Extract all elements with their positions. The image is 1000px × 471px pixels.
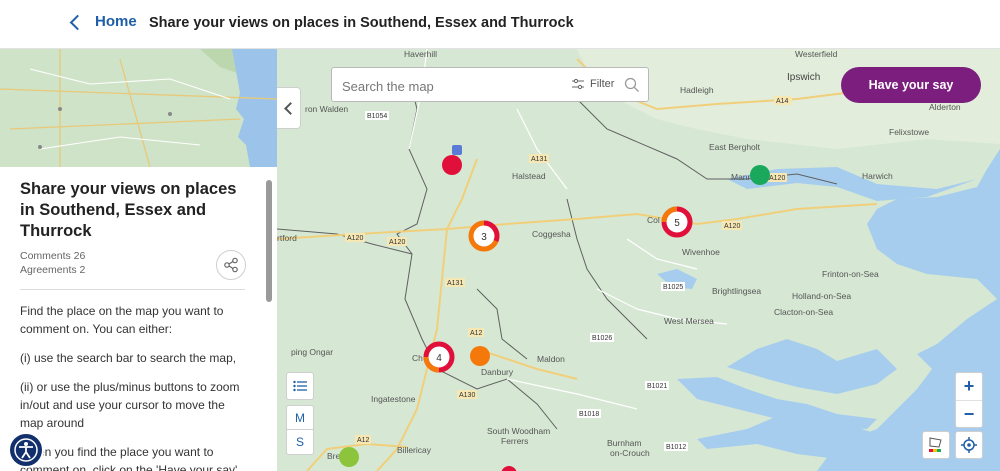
map-label-mersea: West Mersea [664,316,714,326]
sidebar-panel: Share your views on places in Southend, … [0,49,278,471]
map-layer-s-button[interactable]: S [286,430,314,455]
list-view-button[interactable] [286,372,314,400]
legend-button[interactable] [922,431,950,459]
chevron-left-icon [283,101,297,115]
map-label-east-bergholt: East Bergholt [709,142,761,152]
road-a131-2: A131 [447,280,463,287]
road-a120-2: A120 [389,239,405,246]
instruction-paragraph-1: Find the place on the map you want to co… [20,304,224,336]
road-a14: A14 [776,98,789,105]
road-b1021: B1021 [647,383,667,390]
map-label-maldon: Maldon [537,354,565,364]
map-label-wivenhoe: Wivenhoe [682,247,720,257]
road-b1012: B1012 [666,444,686,451]
map-label-ongar: ping Ongar [291,347,333,357]
road-a12: A12 [470,330,483,337]
map-canvas[interactable]: Haverhill Westerfield Ipswich Hadleigh A… [277,49,1000,471]
sidebar-content: Share your views on places in Southend, … [20,179,245,276]
map-label-south-woodham: South Woodham [487,426,550,436]
cluster-count: 4 [436,353,442,364]
map-label-hadleigh: Hadleigh [680,85,714,95]
map-label-col: Col [647,215,660,225]
comments-count: Comments 26 [20,250,86,262]
list-icon [293,380,307,392]
road-a130: A130 [459,392,475,399]
road-b1018: B1018 [579,411,599,418]
cluster-count: 5 [674,218,680,229]
map-label-stortford: rtford [277,233,297,243]
home-label: Home [95,13,137,30]
road-a12-2: A12 [357,437,370,444]
map-label-on-crouch: on-Crouch [610,448,650,458]
road-b1025: B1025 [663,284,683,291]
map-label-alderton: Alderton [929,102,961,112]
map-thumbnail [0,49,277,167]
road-a131: A131 [531,156,547,163]
hospital-icon [452,145,462,155]
chevron-left-icon [69,14,86,30]
map-pin-red[interactable] [442,155,462,175]
filter-label: Filter [590,78,615,90]
map-label-billericay: Billericay [397,445,432,455]
instruction-paragraph-2: (i) use the search bar to search the map… [20,351,237,365]
zoom-in-button[interactable]: + [956,373,982,400]
filter-button[interactable]: Filter [572,78,614,90]
map-label-burnham: Burnham [607,438,642,448]
map-pin-green[interactable] [750,165,770,185]
map-svg: Haverhill Westerfield Ipswich Hadleigh A… [277,49,1000,471]
map-label-ipswich: Ipswich [787,72,820,83]
map-label-danbury: Danbury [481,367,514,377]
accessibility-icon [14,438,38,462]
share-icon [224,257,238,273]
cluster-count: 3 [481,232,487,243]
map-layer-m-button[interactable]: M [286,405,314,430]
road-b1054: B1054 [367,113,387,120]
search-icon[interactable] [624,77,640,93]
map-label-harwich: Harwich [862,171,893,181]
instruction-paragraph-3: (ii) or use the plus/minus buttons to zo… [20,380,240,430]
accessibility-button[interactable] [8,432,44,468]
map-label-clacton: Clacton-on-Sea [774,307,833,317]
road-a120-4: A120 [769,175,785,182]
instruction-paragraph-4: When you find the place you want to comm… [20,445,238,471]
road-b1026: B1026 [592,335,612,342]
flag-legend-icon [929,437,942,452]
map-label-felixstowe: Felixstowe [889,127,929,137]
sidebar-scrollbar[interactable] [266,180,272,302]
map-label-saffron-walden: ron Walden [305,104,348,114]
map-pin-lime[interactable] [339,447,359,467]
map-label-halstead: Halstead [512,171,546,181]
map-label-ingatestone: Ingatestone [371,394,416,404]
have-your-say-button[interactable]: Have your say [841,67,981,103]
map-label-ferrers: Ferrers [501,436,528,446]
page-title: Share your views on places in Southend, … [149,15,574,31]
agreements-count: Agreements 2 [20,264,86,276]
zoom-out-button[interactable]: − [956,400,982,428]
map-label-brightlingsea: Brightlingsea [712,286,761,296]
map-label-westerfield: Westerfield [795,49,838,59]
zoom-controls: + − [955,372,983,428]
top-bar: Home Share your views on places in South… [0,0,1000,49]
road-a120-1: A120 [347,235,363,242]
map-label-coggeshall: Coggesha [532,229,571,239]
map-pin-orange[interactable] [470,346,490,366]
share-button[interactable] [216,250,246,280]
locate-me-button[interactable] [955,431,983,459]
road-a120-3: A120 [724,223,740,230]
cluster-marker-5[interactable]: 5 [661,206,693,238]
home-link[interactable]: Home [69,13,137,30]
cluster-marker-3[interactable]: 3 [468,220,500,252]
map-label-holland: Holland-on-Sea [792,291,851,301]
cluster-marker-4[interactable]: 4 [423,341,455,373]
sidebar-title: Share your views on places in Southend, … [20,180,237,240]
crosshair-icon [961,437,977,453]
sliders-icon [572,78,584,90]
map-search-box: Filter [331,67,649,102]
collapse-sidebar-button[interactable] [277,87,301,129]
map-label-frinton: Frinton-on-Sea [822,269,879,279]
map-label-haverhill: Haverhill [404,49,437,59]
stats: Comments 26 Agreements 2 [20,250,245,276]
map-search-input[interactable] [340,76,564,96]
sidebar-divider [20,289,245,290]
